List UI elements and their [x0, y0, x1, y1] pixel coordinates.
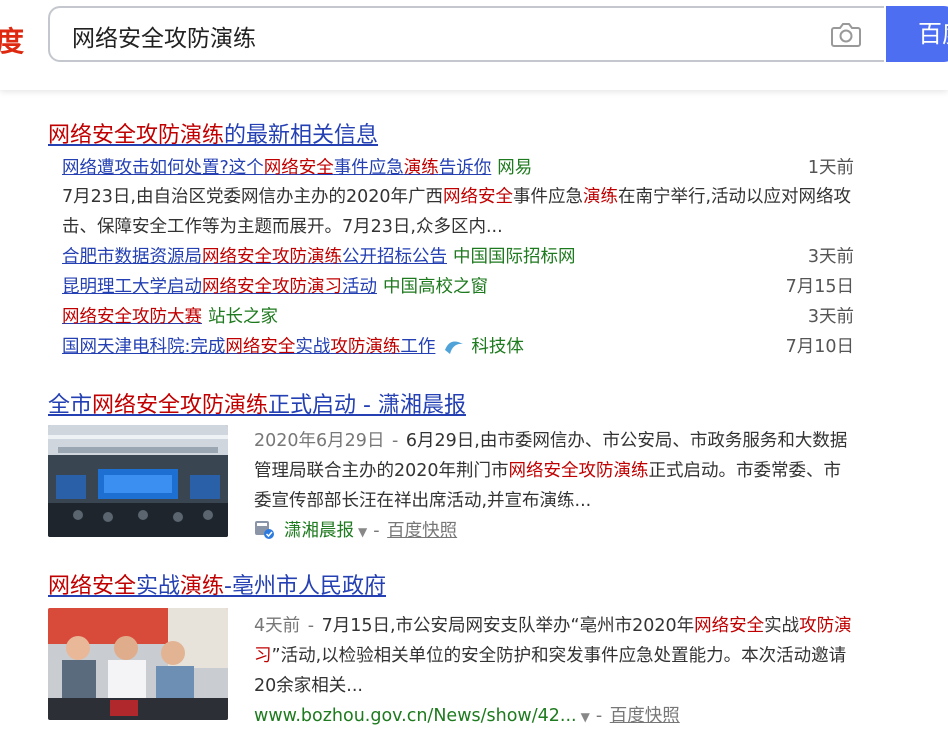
news-item-date: 3天前 — [807, 247, 854, 267]
news-item: 网络安全攻防大赛 站长之家 3天前 — [62, 302, 854, 332]
result-meta: 潇湘晨报 ▼ - 百度快照 — [254, 516, 457, 547]
search-box[interactable] — [48, 6, 884, 62]
news-item: 昆明理工大学启动网络安全攻防演习活动 中国高校之窗 7月15日 — [62, 272, 854, 302]
news-item-date: 1天前 — [807, 158, 854, 178]
result-source[interactable]: 潇湘晨报 — [284, 521, 354, 541]
result-title-link[interactable]: 全市网络安全攻防演练正式启动 - 潇湘晨报 — [48, 387, 466, 419]
news-item-date: 3天前 — [807, 307, 854, 327]
result-title-link[interactable]: 网络安全实战演练-亳州市人民政府 — [48, 568, 386, 600]
news-item-source[interactable]: 科技体 — [471, 337, 524, 357]
news-item-link[interactable]: 网络遭攻击如何处置?这个网络安全事件应急演练告诉你 — [62, 158, 491, 178]
news-item-source[interactable]: 站长之家 — [208, 307, 278, 327]
source-badge-icon — [255, 521, 274, 539]
search-input[interactable] — [70, 18, 794, 54]
camera-icon[interactable] — [830, 21, 862, 49]
news-item-link[interactable]: 网络安全攻防大赛 — [62, 307, 202, 327]
wave-icon — [445, 341, 464, 354]
caret-down-icon[interactable]: ▼ — [358, 525, 367, 539]
caret-down-icon[interactable]: ▼ — [581, 710, 590, 724]
news-item-link[interactable]: 国网天津电科院:完成网络安全实战攻防演练工作 — [62, 337, 435, 357]
result-abstract: 4天前 - 7月15日,市公安局网安支队举办“亳州市2020年网络安全实战攻防演… — [254, 616, 852, 696]
news-item: 网络遭攻击如何处置?这个网络安全事件应急演练告诉你 网易 1天前 — [62, 153, 854, 183]
news-block-title[interactable]: 网络安全攻防演练的最新相关信息 — [48, 117, 378, 149]
news-item-link[interactable]: 昆明理工大学启动网络安全攻防演习活动 — [62, 277, 377, 297]
result-meta: www.bozhou.gov.cn/News/show/42... ▼ - 百度快照 — [254, 706, 680, 726]
news-item: 合肥市数据资源局网络安全攻防演练公开招标公告 中国国际招标网 3天前 — [62, 242, 854, 272]
result-thumbnail[interactable] — [48, 425, 228, 537]
snapshot-link[interactable]: 百度快照 — [387, 521, 457, 541]
news-item-source[interactable]: 网易 — [497, 158, 532, 178]
result-thumbnail[interactable] — [48, 608, 228, 720]
news-item: 国网天津电科院:完成网络安全实战攻防演练工作 科技体 7月10日 — [62, 332, 854, 362]
news-item-link[interactable]: 合肥市数据资源局网络安全攻防演练公开招标公告 — [62, 247, 447, 267]
news-item-date: 7月15日 — [785, 277, 854, 297]
news-item-source[interactable]: 中国高校之窗 — [383, 277, 488, 297]
result-url[interactable]: www.bozhou.gov.cn/News/show/42... — [254, 706, 577, 726]
news-item-source[interactable]: 中国国际招标网 — [453, 247, 576, 267]
snapshot-link[interactable]: 百度快照 — [610, 706, 680, 726]
search-header: 度 百度一下 — [0, 0, 948, 90]
result-abstract: 2020年6月29日 - 6月29日,由市委网信办、市公安局、市政务服务和大数据… — [254, 431, 848, 511]
baidu-logo[interactable]: 度 — [0, 22, 24, 62]
news-snippet: 7月23日,由自治区党委网信办主办的2020年广西网络安全事件应急演练在南宁举行… — [62, 187, 852, 237]
news-item-date: 7月10日 — [785, 337, 854, 357]
search-button[interactable]: 百度一下 — [886, 6, 948, 62]
